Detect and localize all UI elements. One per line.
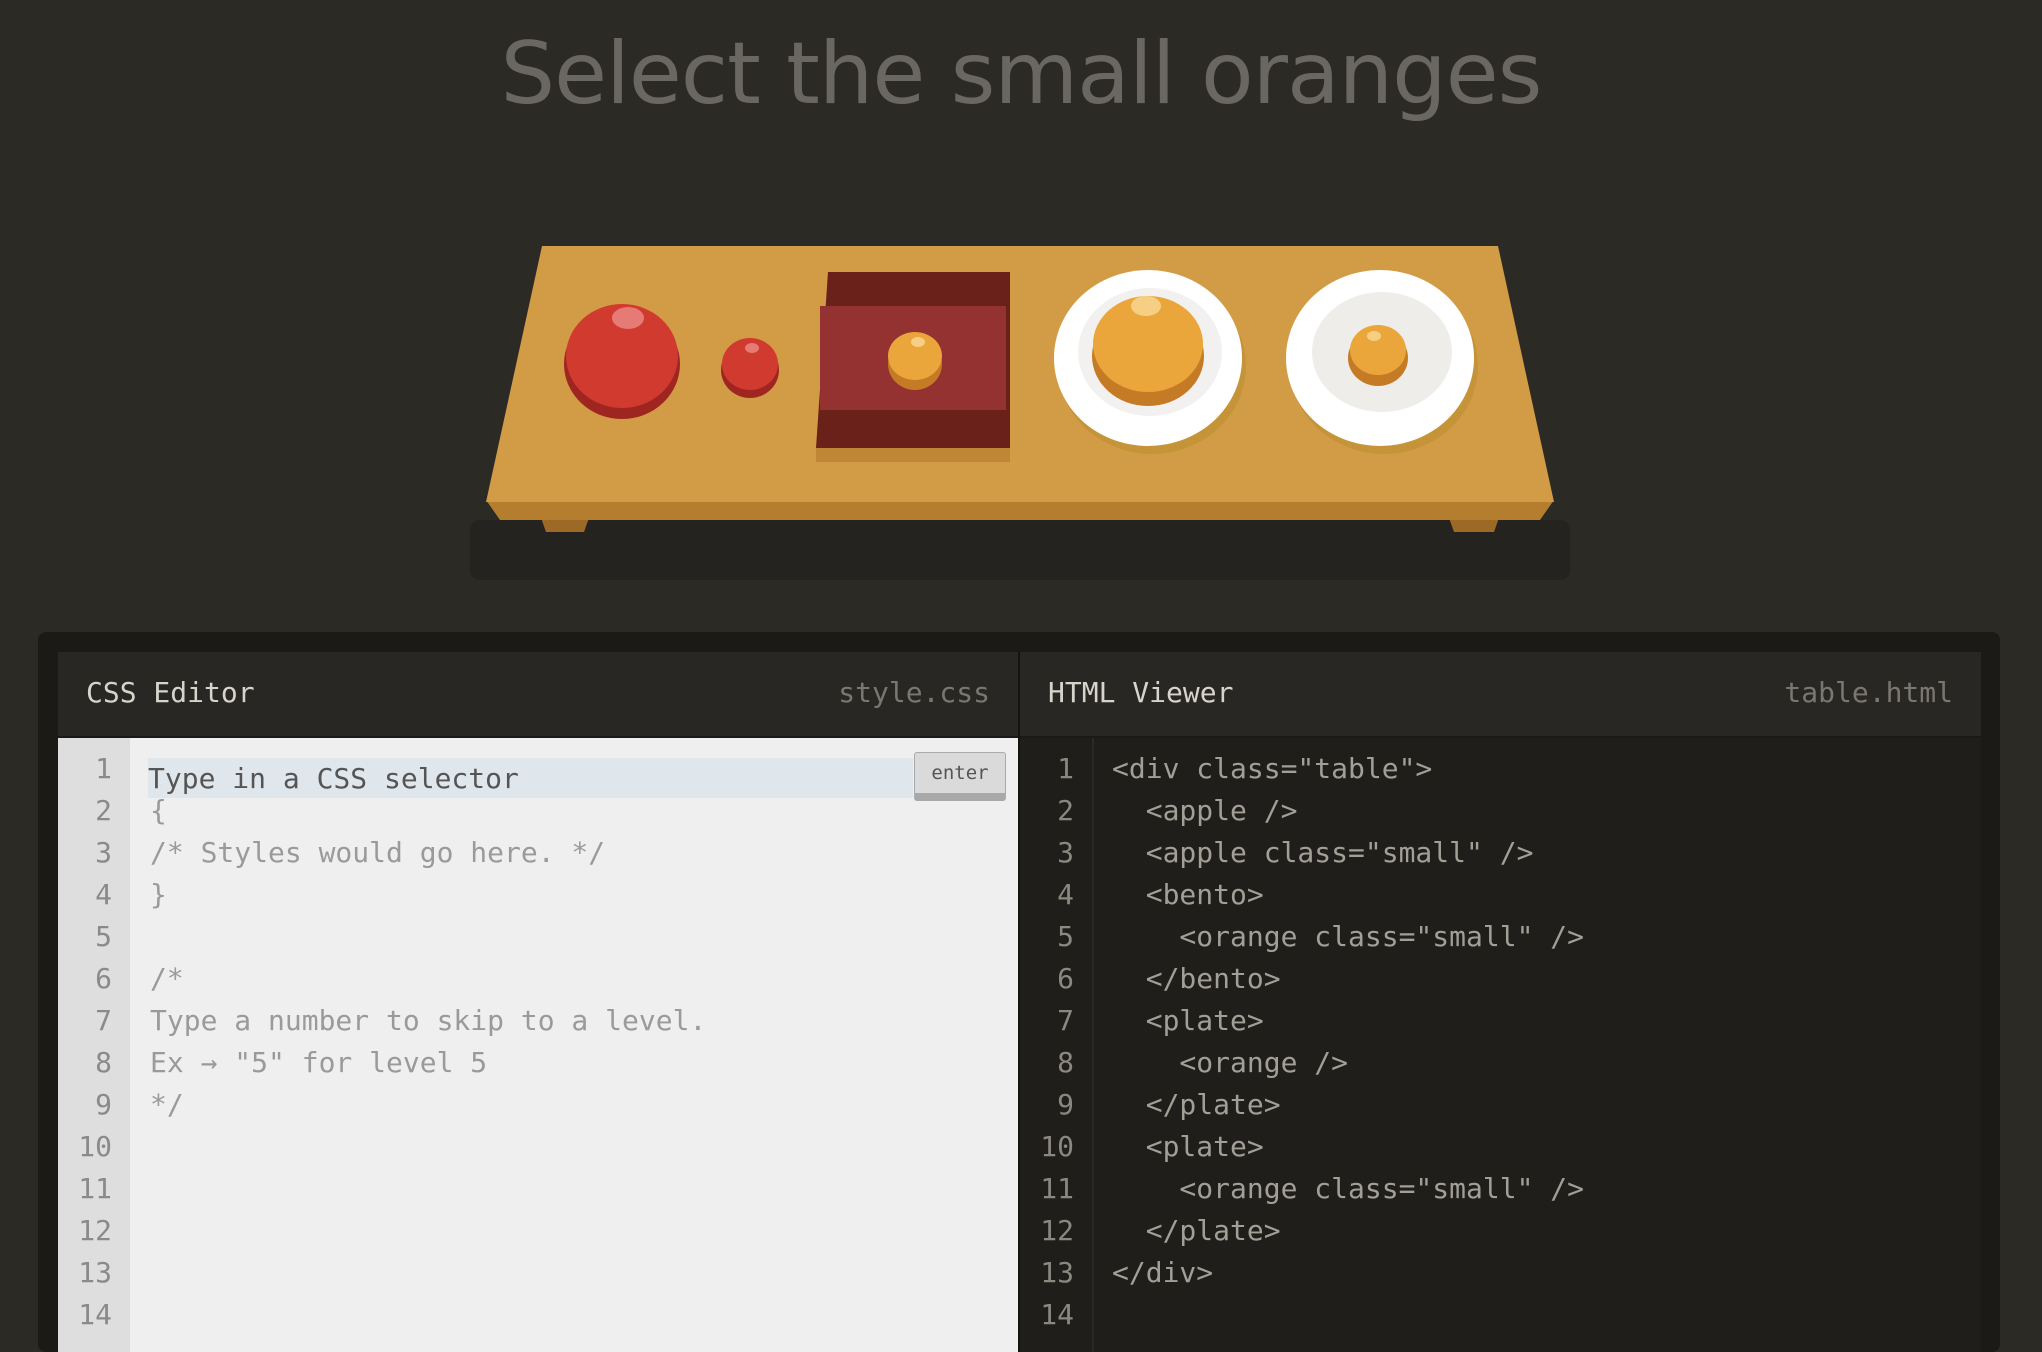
- table-shadow: [470, 520, 1570, 580]
- line-number: 1: [1057, 752, 1074, 785]
- markup-line[interactable]: <orange />: [1092, 1042, 1981, 1084]
- orange-small-on-plate[interactable]: [1348, 325, 1408, 386]
- css-editor-body: 1 2 3 4 5 6 7 8 9 10 11 12 13 14 { /* St…: [58, 738, 1018, 1352]
- apple-small[interactable]: [721, 338, 779, 398]
- line-number: 10: [1040, 1130, 1074, 1163]
- css-selector-input[interactable]: [148, 758, 913, 798]
- line-number: 5: [1057, 920, 1074, 953]
- apple-large[interactable]: [564, 304, 680, 419]
- line-number: 2: [1057, 794, 1074, 827]
- code-line: */: [150, 1088, 184, 1121]
- markup-line[interactable]: <apple class="small" />: [1092, 832, 1981, 874]
- css-editor-title: CSS Editor: [86, 676, 255, 709]
- markup-line[interactable]: <orange class="small" />: [1092, 916, 1981, 958]
- line-number: 5: [95, 920, 112, 953]
- line-number: 9: [1057, 1088, 1074, 1121]
- markup-line[interactable]: <plate>: [1092, 1126, 1981, 1168]
- line-number: 8: [1057, 1046, 1074, 1079]
- html-viewer-header: HTML Viewer table.html: [1020, 652, 1981, 737]
- table-edge: [486, 500, 1554, 520]
- markup-line[interactable]: </bento>: [1092, 958, 1981, 1000]
- line-number: 6: [95, 962, 112, 995]
- html-viewer-panel: HTML Viewer table.html 1 2 3 4 5 6 7 8 9…: [1018, 652, 1981, 1352]
- line-number: 12: [78, 1214, 112, 1247]
- line-number: 12: [1040, 1214, 1074, 1247]
- line-number: 14: [1040, 1298, 1074, 1331]
- markup-line: [1092, 1294, 1981, 1336]
- code-line: /* Styles would go here. */: [150, 836, 606, 869]
- line-number: 13: [78, 1256, 112, 1289]
- line-number: 4: [95, 878, 112, 911]
- code-line: Ex → "5" for level 5: [150, 1046, 488, 1079]
- css-editor-panel: CSS Editor style.css 1 2 3 4 5 6 7 8 9 1…: [58, 652, 1018, 1352]
- enter-button[interactable]: enter: [914, 752, 1006, 801]
- code-line: /*: [150, 962, 184, 995]
- html-viewer-title: HTML Viewer: [1048, 676, 1234, 709]
- html-code-lines: <div class="table"> <apple /> <apple cla…: [1092, 738, 1981, 1352]
- table-scene: [470, 246, 1570, 580]
- line-number: 1: [95, 752, 112, 785]
- markup-line[interactable]: <apple />: [1092, 790, 1981, 832]
- line-number: 3: [95, 836, 112, 869]
- line-number: 9: [95, 1088, 112, 1121]
- markup-line[interactable]: <plate>: [1092, 1000, 1981, 1042]
- line-number: 11: [1040, 1172, 1074, 1205]
- css-editor-header: CSS Editor style.css: [58, 652, 1018, 737]
- markup-line[interactable]: </plate>: [1092, 1210, 1981, 1252]
- css-code-lines: { /* Styles would go here. */ } /* Type …: [130, 738, 1018, 1352]
- markup-line[interactable]: <bento>: [1092, 874, 1981, 916]
- markup-line[interactable]: <div class="table">: [1092, 748, 1981, 790]
- line-number: 10: [78, 1130, 112, 1163]
- markup-line[interactable]: <orange class="small" />: [1092, 1168, 1981, 1210]
- html-viewer-body: 1 2 3 4 5 6 7 8 9 10 11 12 13 14 <div cl…: [1020, 738, 1981, 1352]
- line-number: 4: [1057, 878, 1074, 911]
- html-line-numbers: 1 2 3 4 5 6 7 8 9 10 11 12 13 14: [1020, 738, 1094, 1352]
- markup-line[interactable]: </plate>: [1092, 1084, 1981, 1126]
- line-number: 7: [1057, 1004, 1074, 1037]
- line-number: 8: [95, 1046, 112, 1079]
- orange-small-in-bento[interactable]: [888, 332, 942, 390]
- line-number: 14: [78, 1298, 112, 1331]
- html-viewer-filename: table.html: [1784, 676, 1953, 709]
- orange-large-on-plate[interactable]: [1092, 296, 1204, 406]
- line-number: 6: [1057, 962, 1074, 995]
- line-number: 11: [78, 1172, 112, 1205]
- css-editor-filename: style.css: [838, 676, 990, 709]
- line-number: 3: [1057, 836, 1074, 869]
- line-number: 7: [95, 1004, 112, 1037]
- code-line: Type a number to skip to a level.: [150, 1004, 707, 1037]
- line-number: 13: [1040, 1256, 1074, 1289]
- line-number: 2: [95, 794, 112, 827]
- css-line-numbers: 1 2 3 4 5 6 7 8 9 10 11 12 13 14: [58, 738, 130, 1352]
- markup-line[interactable]: </div>: [1092, 1252, 1981, 1294]
- code-line: }: [150, 878, 167, 911]
